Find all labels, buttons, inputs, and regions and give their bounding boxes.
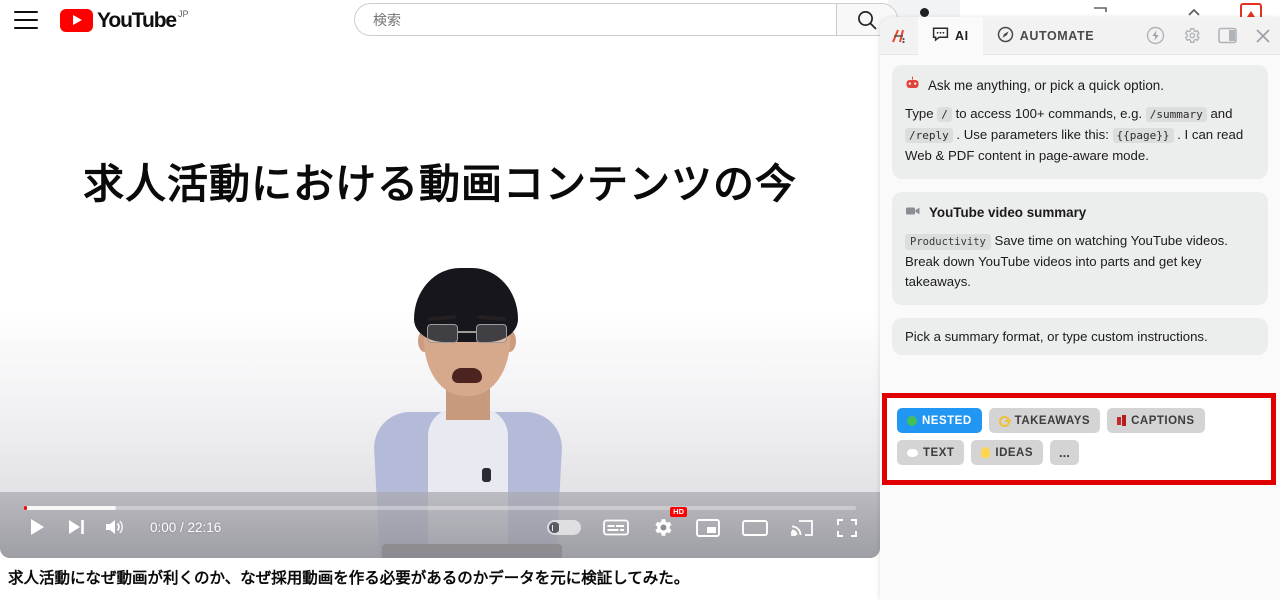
settings-gear-icon[interactable]: HD — [651, 507, 687, 539]
captions-icon — [1117, 415, 1127, 426]
youtube-page: YouTube JP 求人活動における動画コンテンツの今 — [0, 0, 898, 600]
reply-command-chip: /reply — [905, 128, 953, 143]
summary-card-title-row: YouTube video summary — [905, 203, 1255, 223]
progress-buffered — [24, 506, 116, 510]
intro-body-3: and — [1210, 106, 1233, 121]
tab-automate-label: AUTOMATE — [1019, 28, 1095, 43]
slide-title: 求人活動における動画コンテンツの今 — [83, 160, 797, 208]
video-camera-icon — [905, 203, 921, 223]
recycle-icon — [907, 415, 917, 426]
compass-icon — [997, 26, 1014, 46]
intro-body: Type / to access 100+ commands, e.g. /su… — [905, 104, 1255, 166]
chip-more-label: ... — [1059, 445, 1070, 460]
chip-text[interactable]: TEXT — [897, 440, 965, 465]
chip-nested[interactable]: NESTED — [897, 408, 982, 433]
summary-command-chip: /summary — [1145, 107, 1207, 122]
chat-bubble-icon — [932, 27, 949, 45]
next-video-icon[interactable] — [66, 517, 86, 537]
speech-bubble-icon — [907, 448, 918, 457]
search-input-wrapper[interactable] — [354, 3, 836, 36]
tab-favicon — [920, 8, 929, 17]
format-chips-row: NESTED TAKEAWAYS CAPTIONS TEXT IDEAS ... — [887, 398, 1271, 465]
close-icon[interactable] — [1254, 27, 1272, 45]
youtube-search — [354, 3, 898, 36]
youtube-summary-card: YouTube video summary Productivity Save … — [892, 192, 1268, 305]
fullscreen-icon[interactable] — [836, 518, 858, 538]
video-player[interactable]: 求人活動における動画コンテンツの今 0:00 / 22:16 HD — [0, 40, 880, 558]
format-prompt-card: Pick a summary format, or type custom in… — [892, 318, 1268, 355]
progress-played — [24, 506, 27, 510]
format-prompt-text: Pick a summary format, or type custom in… — [905, 329, 1208, 344]
ai-panel-tabbar: AI AUTOMATE — [880, 17, 1280, 55]
chip-ideas[interactable]: IDEAS — [971, 440, 1044, 465]
slash-command-chip: / — [937, 107, 952, 122]
summary-card-description-row: Productivity Save time on watching YouTu… — [905, 231, 1255, 292]
chip-nested-label: NESTED — [922, 414, 972, 427]
summary-card-title: YouTube video summary — [929, 205, 1087, 220]
play-icon[interactable] — [26, 516, 48, 538]
intro-body-1: Type — [905, 106, 934, 121]
chip-text-label: TEXT — [923, 446, 955, 459]
quality-badge: HD — [670, 507, 687, 517]
player-controls-bar: 0:00 / 22:16 HD — [0, 492, 880, 558]
tab-ai-label: AI — [955, 28, 969, 43]
category-tag: Productivity — [905, 234, 991, 250]
video-caption: 求人活動になぜ動画が利くのか、なぜ採用動画を作る必要があるのかデータを元に検証し… — [8, 569, 690, 587]
youtube-header: YouTube JP — [0, 0, 898, 40]
volume-icon[interactable] — [104, 517, 126, 537]
chip-captions[interactable]: CAPTIONS — [1107, 408, 1205, 433]
tab-ai[interactable]: AI — [918, 17, 983, 55]
player-controls-right: HD — [547, 507, 858, 539]
intro-headline: Ask me anything, or pick a quick option. — [928, 78, 1164, 93]
youtube-wordmark: YouTube — [97, 8, 177, 32]
lightbulb-icon — [981, 447, 991, 458]
brand-logo-icon[interactable] — [880, 27, 918, 45]
intro-body-2: to access 100+ commands, e.g. — [955, 106, 1143, 121]
ai-panel-actions — [1146, 26, 1272, 45]
key-icon — [998, 416, 1011, 427]
miniplayer-icon[interactable] — [696, 518, 720, 538]
theater-mode-icon[interactable] — [742, 518, 768, 538]
gear-icon[interactable] — [1182, 26, 1201, 45]
player-controls-left: 0:00 / 22:16 — [26, 516, 221, 538]
progress-bar[interactable] — [24, 506, 856, 510]
panel-layout-icon[interactable] — [1218, 27, 1237, 44]
ai-panel-body: Ask me anything, or pick a quick option.… — [880, 55, 1280, 600]
subtitles-icon[interactable] — [603, 518, 629, 537]
intro-headline-row: Ask me anything, or pick a quick option. — [905, 76, 1255, 96]
search-icon — [858, 10, 877, 30]
ai-assistant-panel: AI AUTOMATE Ask me anything, or pick a q… — [880, 17, 1280, 600]
chip-more[interactable]: ... — [1050, 440, 1079, 465]
chip-takeaways-label: TAKEAWAYS — [1014, 414, 1091, 427]
chip-ideas-label: IDEAS — [995, 446, 1034, 459]
cast-icon[interactable] — [790, 518, 814, 538]
autoplay-toggle[interactable] — [547, 520, 581, 535]
hamburger-menu-icon[interactable] — [14, 11, 38, 29]
format-chips-highlight: NESTED TAKEAWAYS CAPTIONS TEXT IDEAS ... — [882, 393, 1276, 485]
search-input[interactable] — [373, 11, 836, 28]
robot-icon — [905, 76, 920, 96]
app-root: YouTube JP 求人活動における動画コンテンツの今 — [0, 0, 1280, 600]
tab-automate[interactable]: AUTOMATE — [983, 17, 1108, 55]
time-display: 0:00 / 22:16 — [150, 519, 222, 535]
intro-body-4: . Use parameters like this: — [956, 127, 1109, 142]
page-param-chip: {{page}} — [1112, 128, 1174, 143]
youtube-play-icon — [60, 8, 93, 32]
intro-message-card: Ask me anything, or pick a quick option.… — [892, 65, 1268, 179]
youtube-country-code: JP — [178, 8, 189, 19]
lightning-icon[interactable] — [1146, 26, 1165, 45]
youtube-logo[interactable]: YouTube JP — [60, 8, 189, 32]
chip-takeaways[interactable]: TAKEAWAYS — [988, 408, 1101, 433]
chip-captions-label: CAPTIONS — [1131, 414, 1195, 427]
